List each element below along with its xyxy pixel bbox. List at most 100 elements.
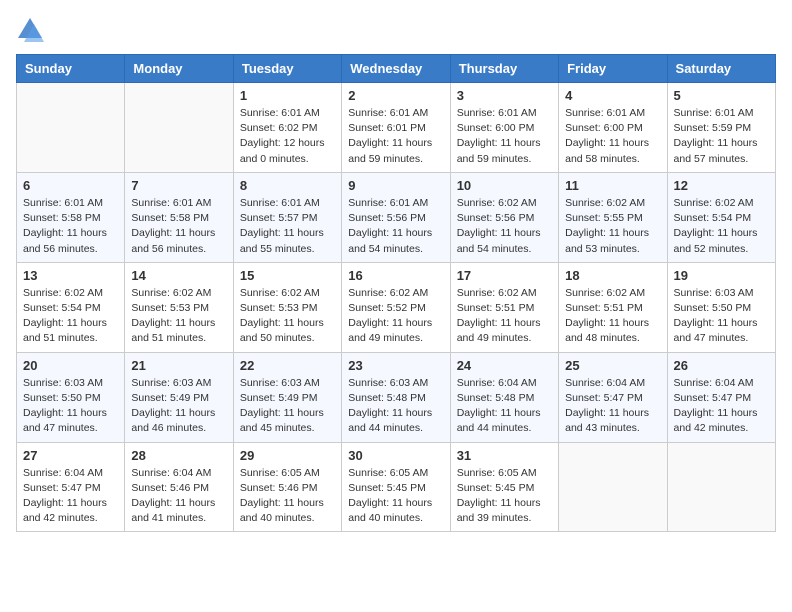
day-info: Sunrise: 6:04 AMSunset: 5:46 PMDaylight:… [131,466,226,527]
day-number: 18 [565,268,660,283]
day-info: Sunrise: 6:03 AMSunset: 5:50 PMDaylight:… [674,286,769,347]
calendar-week-row: 6 Sunrise: 6:01 AMSunset: 5:58 PMDaylight… [17,172,776,262]
weekday-header: Thursday [450,55,558,83]
calendar-cell: 24 Sunrise: 6:04 AMSunset: 5:48 PMDayligh… [450,352,558,442]
calendar-cell: 6 Sunrise: 6:01 AMSunset: 5:58 PMDaylight… [17,172,125,262]
day-number: 15 [240,268,335,283]
calendar-cell: 5 Sunrise: 6:01 AMSunset: 5:59 PMDaylight… [667,83,775,173]
weekday-header: Monday [125,55,233,83]
day-info: Sunrise: 6:03 AMSunset: 5:50 PMDaylight:… [23,376,118,437]
calendar-cell: 8 Sunrise: 6:01 AMSunset: 5:57 PMDaylight… [233,172,341,262]
logo [16,16,48,44]
calendar-cell: 16 Sunrise: 6:02 AMSunset: 5:52 PMDayligh… [342,262,450,352]
day-info: Sunrise: 6:01 AMSunset: 5:59 PMDaylight:… [674,106,769,167]
day-info: Sunrise: 6:02 AMSunset: 5:55 PMDaylight:… [565,196,660,257]
day-number: 23 [348,358,443,373]
day-info: Sunrise: 6:02 AMSunset: 5:56 PMDaylight:… [457,196,552,257]
calendar-cell: 31 Sunrise: 6:05 AMSunset: 5:45 PMDayligh… [450,442,558,532]
day-number: 17 [457,268,552,283]
day-number: 5 [674,88,769,103]
day-number: 24 [457,358,552,373]
day-number: 16 [348,268,443,283]
calendar-cell: 27 Sunrise: 6:04 AMSunset: 5:47 PMDayligh… [17,442,125,532]
day-info: Sunrise: 6:01 AMSunset: 6:01 PMDaylight:… [348,106,443,167]
day-info: Sunrise: 6:01 AMSunset: 6:00 PMDaylight:… [457,106,552,167]
day-number: 3 [457,88,552,103]
page-header [16,16,776,44]
calendar-week-row: 1Sunrise: 6:01 AMSunset: 6:02 PMDaylight… [17,83,776,173]
day-number: 28 [131,448,226,463]
day-info: Sunrise: 6:02 AMSunset: 5:54 PMDaylight:… [23,286,118,347]
calendar-cell: 21Sunrise: 6:03 AMSunset: 5:49 PMDayligh… [125,352,233,442]
day-info: Sunrise: 6:02 AMSunset: 5:53 PMDaylight:… [240,286,335,347]
calendar-cell: 13 Sunrise: 6:02 AMSunset: 5:54 PMDayligh… [17,262,125,352]
day-info: Sunrise: 6:02 AMSunset: 5:53 PMDaylight:… [131,286,226,347]
calendar-cell: 26 Sunrise: 6:04 AMSunset: 5:47 PMDayligh… [667,352,775,442]
header-row: SundayMondayTuesdayWednesdayThursdayFrid… [17,55,776,83]
logo-icon [16,16,44,44]
day-number: 2 [348,88,443,103]
day-number: 13 [23,268,118,283]
day-info: Sunrise: 6:04 AMSunset: 5:48 PMDaylight:… [457,376,552,437]
calendar-cell: 18Sunrise: 6:02 AMSunset: 5:51 PMDayligh… [559,262,667,352]
calendar-cell: 20 Sunrise: 6:03 AMSunset: 5:50 PMDayligh… [17,352,125,442]
day-info: Sunrise: 6:01 AMSunset: 5:58 PMDaylight:… [23,196,118,257]
day-number: 26 [674,358,769,373]
calendar-week-row: 13 Sunrise: 6:02 AMSunset: 5:54 PMDayligh… [17,262,776,352]
calendar-week-row: 20 Sunrise: 6:03 AMSunset: 5:50 PMDayligh… [17,352,776,442]
day-number: 25 [565,358,660,373]
calendar-cell: 25 Sunrise: 6:04 AMSunset: 5:47 PMDayligh… [559,352,667,442]
day-number: 12 [674,178,769,193]
day-number: 27 [23,448,118,463]
day-number: 19 [674,268,769,283]
calendar-cell [17,83,125,173]
calendar-cell: 17Sunrise: 6:02 AMSunset: 5:51 PMDayligh… [450,262,558,352]
weekday-header: Wednesday [342,55,450,83]
day-info: Sunrise: 6:01 AMSunset: 5:58 PMDaylight:… [131,196,226,257]
day-number: 4 [565,88,660,103]
calendar-cell: 12 Sunrise: 6:02 AMSunset: 5:54 PMDayligh… [667,172,775,262]
day-info: Sunrise: 6:04 AMSunset: 5:47 PMDaylight:… [565,376,660,437]
day-info: Sunrise: 6:05 AMSunset: 5:46 PMDaylight:… [240,466,335,527]
day-number: 7 [131,178,226,193]
calendar-cell: 19 Sunrise: 6:03 AMSunset: 5:50 PMDayligh… [667,262,775,352]
day-info: Sunrise: 6:05 AMSunset: 5:45 PMDaylight:… [457,466,552,527]
day-number: 14 [131,268,226,283]
calendar-cell: 15 Sunrise: 6:02 AMSunset: 5:53 PMDayligh… [233,262,341,352]
weekday-header: Tuesday [233,55,341,83]
calendar-cell: 28 Sunrise: 6:04 AMSunset: 5:46 PMDayligh… [125,442,233,532]
calendar-cell [125,83,233,173]
calendar-cell: 9Sunrise: 6:01 AMSunset: 5:56 PMDaylight… [342,172,450,262]
calendar-cell: 22 Sunrise: 6:03 AMSunset: 5:49 PMDayligh… [233,352,341,442]
day-info: Sunrise: 6:03 AMSunset: 5:49 PMDaylight:… [240,376,335,437]
day-info: Sunrise: 6:05 AMSunset: 5:45 PMDaylight:… [348,466,443,527]
day-info: Sunrise: 6:01 AMSunset: 6:02 PMDaylight:… [240,106,335,167]
day-number: 30 [348,448,443,463]
calendar-header: SundayMondayTuesdayWednesdayThursdayFrid… [17,55,776,83]
day-info: Sunrise: 6:01 AMSunset: 6:00 PMDaylight:… [565,106,660,167]
calendar-cell: 3 Sunrise: 6:01 AMSunset: 6:00 PMDaylight… [450,83,558,173]
day-number: 31 [457,448,552,463]
calendar-cell: 10Sunrise: 6:02 AMSunset: 5:56 PMDayligh… [450,172,558,262]
calendar-cell: 4 Sunrise: 6:01 AMSunset: 6:00 PMDaylight… [559,83,667,173]
calendar-cell [559,442,667,532]
day-info: Sunrise: 6:04 AMSunset: 5:47 PMDaylight:… [674,376,769,437]
calendar-week-row: 27 Sunrise: 6:04 AMSunset: 5:47 PMDayligh… [17,442,776,532]
weekday-header: Sunday [17,55,125,83]
calendar-cell: 23Sunrise: 6:03 AMSunset: 5:48 PMDayligh… [342,352,450,442]
calendar-cell: 14 Sunrise: 6:02 AMSunset: 5:53 PMDayligh… [125,262,233,352]
day-number: 8 [240,178,335,193]
day-number: 6 [23,178,118,193]
day-number: 22 [240,358,335,373]
day-info: Sunrise: 6:02 AMSunset: 5:54 PMDaylight:… [674,196,769,257]
day-number: 20 [23,358,118,373]
calendar-cell: 1Sunrise: 6:01 AMSunset: 6:02 PMDaylight… [233,83,341,173]
day-info: Sunrise: 6:01 AMSunset: 5:57 PMDaylight:… [240,196,335,257]
calendar-table: SundayMondayTuesdayWednesdayThursdayFrid… [16,54,776,532]
day-info: Sunrise: 6:02 AMSunset: 5:52 PMDaylight:… [348,286,443,347]
day-number: 29 [240,448,335,463]
calendar-cell: 29 Sunrise: 6:05 AMSunset: 5:46 PMDayligh… [233,442,341,532]
calendar-cell [667,442,775,532]
day-info: Sunrise: 6:04 AMSunset: 5:47 PMDaylight:… [23,466,118,527]
calendar-cell: 11Sunrise: 6:02 AMSunset: 5:55 PMDayligh… [559,172,667,262]
